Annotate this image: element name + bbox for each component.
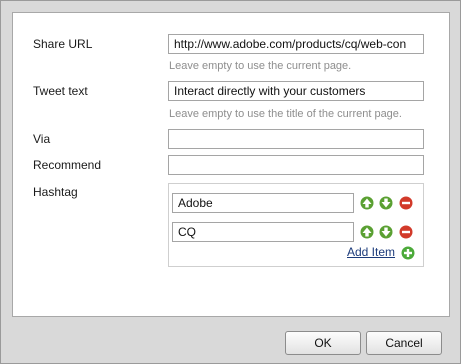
arrow-up-icon[interactable] <box>360 196 374 210</box>
recommend-field[interactable] <box>168 155 424 175</box>
hashtag-item-field[interactable]: Adobe <box>172 193 354 213</box>
form-panel: Share URL http://www.adobe.com/products/… <box>12 12 450 317</box>
remove-icon[interactable] <box>399 225 413 239</box>
share-url-label: Share URL <box>33 37 93 51</box>
hashtag-item-field[interactable]: CQ <box>172 222 354 242</box>
hashtag-label: Hashtag <box>33 185 78 199</box>
share-url-hint: Leave empty to use the current page. <box>169 60 352 72</box>
add-item-link[interactable]: Add Item <box>347 245 395 259</box>
hashtag-multifield: Adobe CQ Add Item <box>168 183 424 267</box>
via-field[interactable] <box>168 129 424 149</box>
add-icon[interactable] <box>401 246 415 260</box>
arrow-down-icon[interactable] <box>379 196 393 210</box>
dialog: Share URL http://www.adobe.com/products/… <box>0 0 461 364</box>
tweet-text-hint: Leave empty to use the title of the curr… <box>169 108 402 120</box>
tweet-text-label: Tweet text <box>33 84 88 98</box>
arrow-down-icon[interactable] <box>379 225 393 239</box>
tweet-text-field[interactable]: Interact directly with your customers <box>168 81 424 101</box>
ok-button[interactable]: OK <box>285 331 361 355</box>
recommend-label: Recommend <box>33 158 102 172</box>
via-label: Via <box>33 132 51 146</box>
remove-icon[interactable] <box>399 196 413 210</box>
cancel-button[interactable]: Cancel <box>366 331 442 355</box>
arrow-up-icon[interactable] <box>360 225 374 239</box>
share-url-field[interactable]: http://www.adobe.com/products/cq/web-con <box>168 34 424 54</box>
